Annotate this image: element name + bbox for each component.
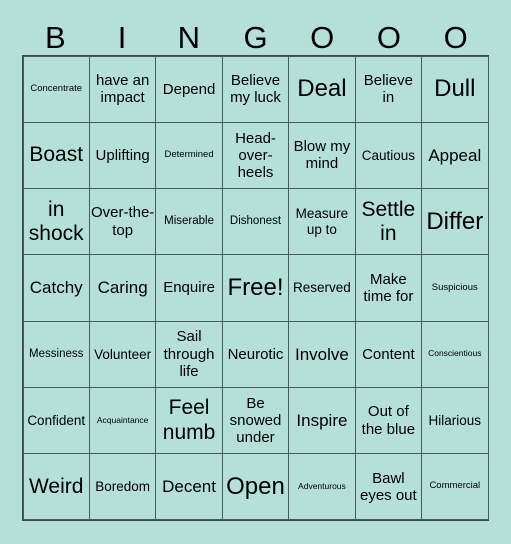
bingo-cell[interactable]: Miserable bbox=[155, 188, 223, 256]
bingo-cell[interactable]: in shock bbox=[22, 188, 90, 256]
bingo-cell[interactable]: Inspire bbox=[288, 386, 356, 455]
bingo-cell[interactable]: Over-the-top bbox=[88, 188, 157, 256]
bingo-header: B I N G O O O bbox=[22, 20, 489, 56]
bingo-cell[interactable]: Boast bbox=[22, 121, 90, 190]
bingo-cell[interactable]: Cautious bbox=[354, 121, 423, 190]
bingo-cell[interactable]: Confident bbox=[22, 386, 90, 455]
bingo-cell[interactable]: Settle in bbox=[354, 188, 423, 256]
header-letter-i: I bbox=[117, 20, 127, 55]
bingo-cell[interactable]: Hilarious bbox=[421, 386, 489, 455]
bingo-cell[interactable]: Catchy bbox=[22, 254, 90, 322]
bingo-cell[interactable]: Bawl eyes out bbox=[354, 453, 423, 521]
bingo-cell[interactable]: Appeal bbox=[421, 121, 489, 190]
bingo-cell[interactable]: Concentrate bbox=[22, 55, 90, 123]
bingo-cell[interactable]: Blow my mind bbox=[288, 121, 356, 190]
header-letter-o: O bbox=[443, 20, 468, 55]
bingo-cell[interactable]: Feel numb bbox=[155, 386, 223, 455]
bingo-cell[interactable]: Suspicious bbox=[421, 254, 489, 322]
bingo-cell[interactable]: Commercial bbox=[421, 453, 489, 521]
bingo-cell[interactable]: Volunteer bbox=[88, 320, 157, 388]
free-space-cell[interactable]: Free! bbox=[221, 254, 290, 322]
bingo-cell[interactable]: Neurotic bbox=[221, 320, 290, 388]
bingo-cell[interactable]: Adventurous bbox=[288, 453, 356, 521]
bingo-cell[interactable]: Be snowed under bbox=[221, 386, 290, 455]
bingo-cell[interactable]: Content bbox=[354, 320, 423, 388]
header-letter-n: N bbox=[177, 20, 200, 55]
bingo-cell[interactable]: Messiness bbox=[22, 320, 90, 388]
header-letter-g: G bbox=[243, 20, 268, 55]
bingo-cell[interactable]: Believe in bbox=[354, 55, 423, 123]
header-letter-b: B bbox=[45, 20, 66, 55]
bingo-cell[interactable]: Conscientious bbox=[421, 320, 489, 388]
bingo-cell[interactable]: Make time for bbox=[354, 254, 423, 322]
bingo-cell[interactable]: Out of the blue bbox=[354, 386, 423, 455]
bingo-cell[interactable]: Boredom bbox=[88, 453, 157, 521]
bingo-cell[interactable]: Believe my luck bbox=[221, 55, 290, 123]
bingo-cell[interactable]: Differ bbox=[421, 188, 489, 256]
bingo-cell[interactable]: Enquire bbox=[155, 254, 223, 322]
bingo-cell[interactable]: Measure up to bbox=[288, 188, 356, 256]
bingo-cell[interactable]: Dishonest bbox=[221, 188, 290, 256]
bingo-cell[interactable]: Uplifting bbox=[88, 121, 157, 190]
bingo-cell[interactable]: Depend bbox=[155, 55, 223, 123]
bingo-cell[interactable]: Sail through life bbox=[155, 320, 223, 388]
bingo-cell[interactable]: have an impact bbox=[88, 55, 157, 123]
bingo-cell[interactable]: Determined bbox=[155, 121, 223, 190]
bingo-grid: Concentrate have an impact Depend Believ… bbox=[22, 55, 489, 521]
bingo-cell[interactable]: Open bbox=[221, 453, 290, 521]
bingo-cell[interactable]: Caring bbox=[88, 254, 157, 322]
bingo-cell[interactable]: Dull bbox=[421, 55, 489, 123]
bingo-cell[interactable]: Acquaintance bbox=[88, 386, 157, 455]
bingo-cell[interactable]: Deal bbox=[288, 55, 356, 123]
bingo-cell[interactable]: Involve bbox=[288, 320, 356, 388]
bingo-cell[interactable]: Weird bbox=[22, 453, 90, 521]
header-letter-o: O bbox=[310, 20, 335, 55]
bingo-cell[interactable]: Head-over-heels bbox=[221, 121, 290, 190]
bingo-cell[interactable]: Reserved bbox=[288, 254, 356, 322]
bingo-cell[interactable]: Decent bbox=[155, 453, 223, 521]
header-letter-o: O bbox=[376, 20, 402, 55]
